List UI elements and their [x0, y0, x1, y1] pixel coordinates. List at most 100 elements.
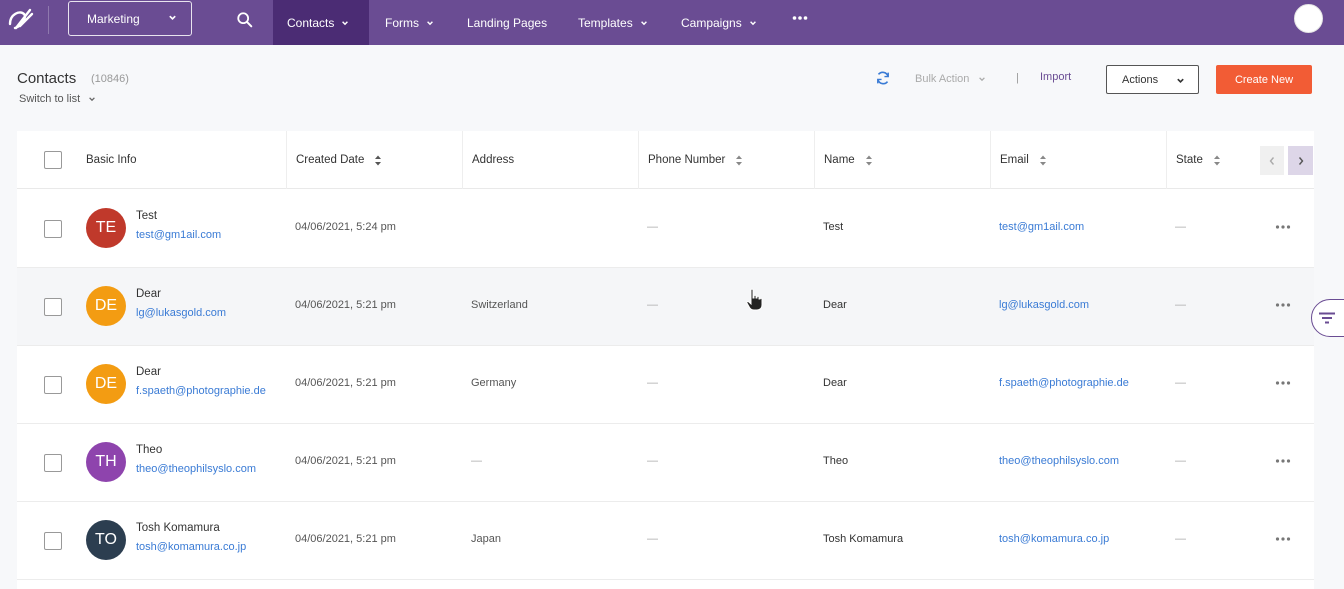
state: — — [1175, 455, 1186, 467]
contact-name[interactable]: Dear — [136, 366, 161, 378]
more-horizontal-icon[interactable] — [1275, 221, 1291, 233]
nav-item-campaigns[interactable]: Campaigns — [667, 0, 771, 45]
hand-cursor-icon — [746, 288, 763, 311]
create-new-button[interactable]: Create New — [1216, 65, 1312, 94]
sort-icon[interactable] — [1213, 155, 1221, 166]
table-row[interactable]: TE Test test@gm1ail.com 04/06/2021, 5:24… — [17, 190, 1314, 268]
select-all-checkbox[interactable] — [44, 151, 62, 169]
created-date: 04/06/2021, 5:21 pm — [295, 299, 396, 311]
scroll-columns-right-button[interactable] — [1288, 146, 1313, 175]
switch-to-list-dropdown[interactable]: Switch to list — [19, 93, 96, 105]
chevron-down-icon — [979, 77, 986, 82]
sort-icon[interactable] — [374, 155, 382, 166]
sort-icon[interactable] — [1039, 155, 1047, 166]
chevron-down-icon — [89, 97, 95, 102]
chevron-down-icon — [169, 15, 176, 20]
row-checkbox[interactable] — [44, 454, 62, 472]
email-cell-link[interactable]: test@gm1ail.com — [999, 221, 1084, 233]
avatar: DE — [86, 286, 126, 326]
contact-email-link[interactable]: tosh@komamura.co.jp — [136, 541, 246, 553]
import-link[interactable]: Import — [1040, 71, 1071, 83]
scroll-columns-left-button[interactable] — [1260, 146, 1284, 175]
nav-item-forms[interactable]: Forms — [371, 0, 448, 45]
avatar: TH — [86, 442, 126, 482]
nav-item-label: Forms — [385, 15, 419, 30]
phone-number: — — [647, 221, 658, 233]
workspace-selector[interactable]: Marketing — [68, 1, 192, 36]
column-header-name[interactable]: Name — [815, 131, 991, 189]
state: — — [1175, 533, 1186, 545]
column-header-phone-number[interactable]: Phone Number — [639, 131, 815, 189]
full-name: Test — [823, 221, 844, 233]
nav-item-label: Campaigns — [681, 15, 742, 30]
more-horizontal-icon[interactable] — [1275, 533, 1291, 545]
actions-dropdown-button[interactable]: Actions — [1106, 65, 1199, 94]
row-checkbox[interactable] — [44, 532, 62, 550]
table-header: Basic Info Created Date Address Phone Nu… — [17, 131, 1314, 189]
more-horizontal-icon[interactable] — [1275, 299, 1291, 311]
nav-item-templates[interactable]: Templates — [564, 0, 662, 45]
avatar: TE — [86, 208, 126, 248]
contact-name[interactable]: Theo — [136, 444, 162, 456]
contact-email-link[interactable]: test@gm1ail.com — [136, 229, 221, 241]
column-header-state[interactable]: State — [1167, 131, 1257, 189]
refresh-icon[interactable] — [874, 69, 892, 87]
row-checkbox[interactable] — [44, 298, 62, 316]
more-horizontal-icon[interactable] — [1275, 455, 1291, 467]
filter-icon — [1319, 312, 1335, 324]
contact-email-link[interactable]: theo@theophilsyslo.com — [136, 463, 256, 475]
created-date: 04/06/2021, 5:21 pm — [295, 377, 396, 389]
sort-icon[interactable] — [735, 155, 743, 166]
address: Switzerland — [471, 299, 528, 311]
nav-item-contacts[interactable]: Contacts — [273, 0, 369, 45]
full-name: Theo — [823, 455, 849, 467]
more-horizontal-icon[interactable] — [792, 11, 808, 29]
row-checkbox[interactable] — [44, 376, 62, 394]
page-title: Contacts — [17, 70, 77, 87]
column-header-email[interactable]: Email — [991, 131, 1167, 189]
sort-icon[interactable] — [865, 155, 873, 166]
contact-name[interactable]: Test — [136, 210, 157, 222]
bulk-action-label: Bulk Action — [915, 73, 970, 85]
chevron-down-icon — [342, 21, 349, 26]
nav-item-landing-pages[interactable]: Landing Pages — [453, 0, 561, 45]
column-header-label: Address — [472, 154, 515, 166]
table-row[interactable]: TO Tosh Komamura tosh@komamura.co.jp 04/… — [17, 502, 1314, 580]
chevron-down-icon — [749, 21, 756, 26]
workspace-label: Marketing — [87, 11, 140, 26]
column-header-created-date[interactable]: Created Date — [287, 131, 463, 189]
more-horizontal-icon[interactable] — [1275, 377, 1291, 389]
table-row[interactable]: TH Theo theo@theophilsyslo.com 04/06/202… — [17, 424, 1314, 502]
table-row[interactable]: DE Dear f.spaeth@photographie.de 04/06/2… — [17, 346, 1314, 424]
contact-count: (10846) — [91, 73, 129, 85]
filter-panel-toggle[interactable] — [1311, 299, 1344, 337]
logo-icon[interactable] — [4, 4, 36, 36]
created-date: 04/06/2021, 5:24 pm — [295, 221, 396, 233]
table-row[interactable]: DE Dear lg@lukasgold.com 04/06/2021, 5:2… — [17, 268, 1314, 346]
logo-divider — [48, 6, 49, 34]
column-header-label: Created Date — [296, 154, 365, 166]
bulk-action-dropdown[interactable]: Bulk Action — [915, 73, 986, 85]
search-icon[interactable] — [236, 11, 254, 29]
contact-name[interactable]: Tosh Komamura — [136, 522, 220, 534]
nav-item-label: Templates — [578, 15, 633, 30]
chevron-down-icon — [1177, 78, 1184, 83]
email-cell-link[interactable]: f.spaeth@photographie.de — [999, 377, 1129, 389]
actions-label: Actions — [1122, 73, 1159, 86]
contact-email-link[interactable]: lg@lukasgold.com — [136, 307, 226, 319]
phone-number: — — [647, 533, 658, 545]
email-cell-link[interactable]: tosh@komamura.co.jp — [999, 533, 1109, 545]
state: — — [1175, 299, 1186, 311]
user-avatar[interactable] — [1294, 4, 1323, 33]
full-name: Dear — [823, 377, 847, 389]
contacts-table: Basic Info Created Date Address Phone Nu… — [17, 131, 1314, 589]
email-cell-link[interactable]: theo@theophilsyslo.com — [999, 455, 1119, 467]
contact-name[interactable]: Dear — [136, 288, 161, 300]
created-date: 04/06/2021, 5:21 pm — [295, 533, 396, 545]
state: — — [1175, 377, 1186, 389]
email-cell-link[interactable]: lg@lukasgold.com — [999, 299, 1089, 311]
row-checkbox[interactable] — [44, 220, 62, 238]
contact-email-link[interactable]: f.spaeth@photographie.de — [136, 385, 266, 397]
chevron-right-icon — [1298, 156, 1303, 165]
column-header-label: Basic Info — [86, 154, 137, 166]
